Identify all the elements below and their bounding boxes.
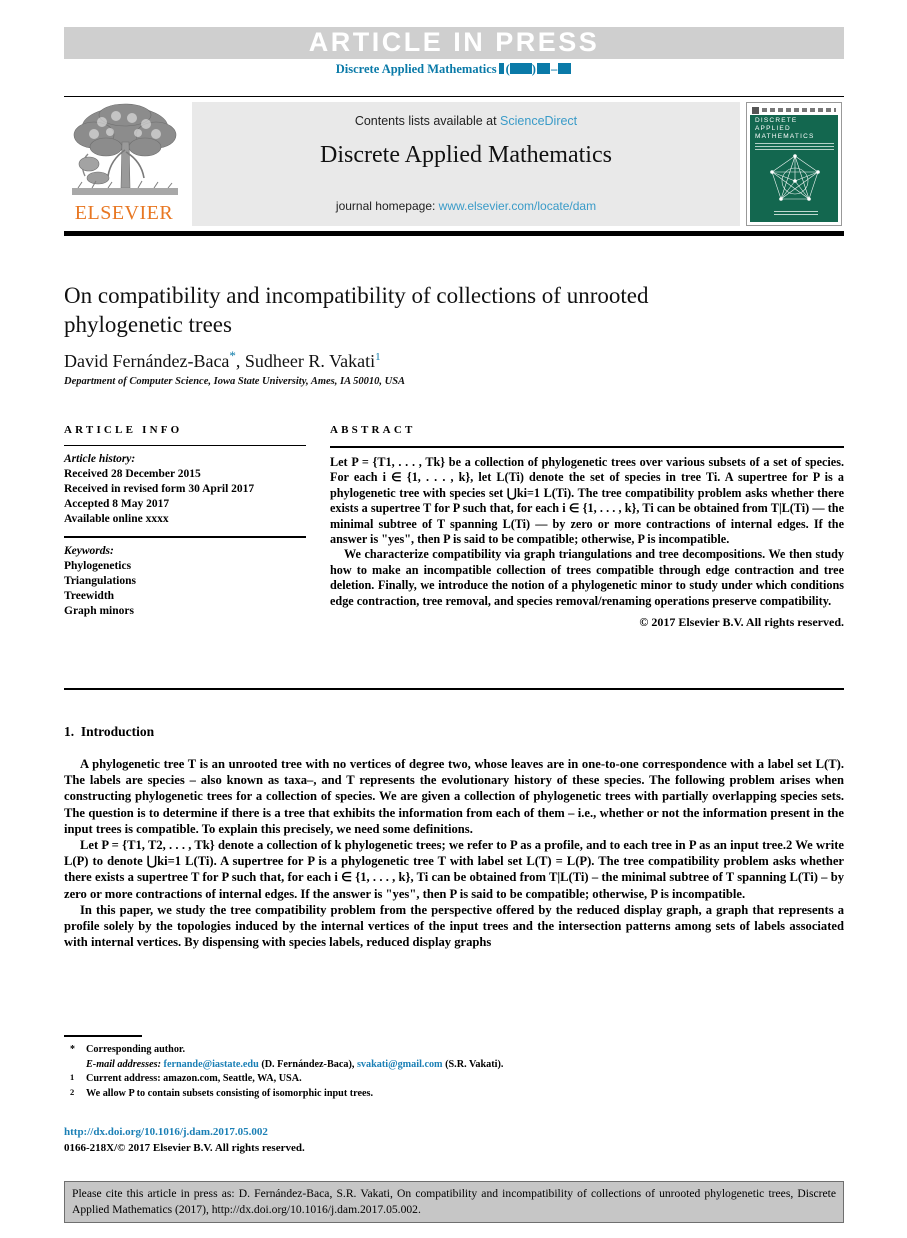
footnote-rule [64,1035,142,1037]
redacted-volume-block [498,63,504,74]
copyright-line: © 2017 Elsevier B.V. All rights reserved… [639,615,844,630]
article-history-item: Accepted 8 May 2017 [64,498,170,510]
body-paragraph: In this paper, we study the tree compati… [64,902,844,950]
journal-cover-title: DISCRETE APPLIED MATHEMATICS [755,117,834,141]
journal-homepage-link[interactable]: www.elsevier.com/locate/dam [439,199,596,213]
abstract-paragraph: Let P = {T1, . . . , Tk} be a collection… [330,455,844,547]
abstract-column: ABSTRACT Let P = {T1, . . . , Tk} be a c… [330,424,844,630]
journal-cover-title-line2: APPLIED [755,125,791,132]
section-heading-introduction: 1. Introduction [64,724,154,740]
article-history-label: Article history: [64,453,136,465]
cover-header-text-lines [762,108,836,112]
journal-homepage-prefix: journal homepage: [335,199,439,213]
footnote-current-address-text: Current address: amazon.com, Seattle, WA… [86,1073,302,1084]
journal-cover-title-line3: MATHEMATICS [755,133,815,140]
footnote-marker-star: * [70,1044,75,1055]
email-owner-2: (S.R. Vakati). [445,1058,504,1070]
redacted-page-end-block [558,63,572,74]
elsevier-logo: ELSEVIER [64,102,186,226]
journal-cover-title-line1: DISCRETE [755,117,798,124]
article-info-heading: ARTICLE INFO [64,424,183,436]
keyword-item: Triangulations [64,575,136,587]
article-info-column: ARTICLE INFO Article history: Received 2… [64,424,306,619]
graph-network-icon [770,154,820,201]
footnote-corresponding-author: * Corresponding author. [64,1043,704,1058]
masthead: ELSEVIER Contents lists available at Sci… [64,100,844,228]
paper-page: ARTICLE IN PRESS Discrete Applied Mathem… [0,0,907,1238]
keyword-item: Phylogenetics [64,560,132,572]
keywords-label: Keywords: [64,545,114,557]
keyword-item: Graph minors [64,605,134,617]
masthead-center-panel: Contents lists available at ScienceDirec… [192,102,740,226]
email-link-2[interactable]: svakati@gmail.com [357,1059,443,1070]
journal-cover-art: DISCRETE APPLIED MATHEMATICS [750,106,838,222]
footnote-current-address: 1 Current address: amazon.com, Seattle, … [64,1072,704,1087]
journal-cover-subtitle-lines [755,143,834,150]
masthead-bottom-rule [64,231,844,236]
footnote-isomorphic-trees: 2 We allow P to contain subsets consisti… [64,1087,704,1102]
author-footnote-marker[interactable]: 1 [375,351,381,363]
page-title: On compatibility and incompatibility of … [64,283,649,337]
footnote-emails: E-mail addresses: fernande@iastate.edu (… [86,1058,504,1070]
journal-cover-thumbnail: DISCRETE APPLIED MATHEMATICS [746,102,842,226]
author-separator: , [235,351,245,371]
email-link-1[interactable]: fernande@iastate.edu [164,1059,259,1070]
journal-cover-footer-lines [774,211,818,216]
author-list: David Fernández-Baca*, Sudheer R. Vakati… [64,348,764,372]
body-paragraph: Let P = {T1, T2, . . . , Tk} denote a co… [64,838,844,901]
article-history-item: Received 28 December 2015 [64,468,201,480]
journal-reference-line: Discrete Applied Mathematics() – [64,62,844,77]
abstract-body: Let P = {T1, . . . , Tk} be a collection… [330,455,844,630]
cite-this-article-box: Please cite this article in press as: D.… [64,1181,844,1223]
sciencedirect-link[interactable]: ScienceDirect [500,114,577,128]
body-text: A phylogenetic tree T is an unrooted tre… [64,756,844,950]
journal-cover-topbar [750,106,838,115]
author-name-1: David Fernández-Baca [64,351,230,371]
body-top-rule [64,688,844,690]
email-addresses-label: E-mail addresses: [86,1058,161,1070]
footnote-block: * Corresponding author. E-mail addresses… [64,1043,704,1101]
article-info-rule [64,445,306,446]
redacted-page-start-block [536,63,550,74]
journal-reference-name: Discrete Applied Mathematics [335,62,497,76]
article-in-press-band: ARTICLE IN PRESS [64,27,844,59]
abstract-heading: ABSTRACT [330,424,416,436]
footnote-marker-2: 2 [70,1086,75,1097]
journal-homepage-line: journal homepage: www.elsevier.com/locat… [192,199,740,213]
elsevier-tree-icon [72,103,178,195]
article-history-item: Available online xxxx [64,513,169,525]
affiliation: Department of Computer Science, Iowa Sta… [64,376,406,387]
email-owner-1: (D. Fernández-Baca) [261,1058,352,1070]
keywords-rule [64,536,306,538]
redacted-year-block [509,63,532,74]
abstract-paragraph: We characterize compatibility via graph … [330,547,844,608]
keyword-item: Treewidth [64,590,115,602]
section-number: 1. [64,724,75,739]
cover-elsevier-mark-icon [752,107,759,114]
footnote-isomorphic-trees-text: We allow P to contain subsets consisting… [86,1087,374,1099]
contents-list-line: Contents lists available at ScienceDirec… [192,114,740,128]
footnote-marker-1: 1 [70,1072,75,1082]
journal-title: Discrete Applied Mathematics [320,142,612,168]
abstract-rule [330,446,844,448]
contents-list-prefix: Contents lists available at [354,114,501,128]
issn-copyright-line: 0166-218X/© 2017 Elsevier B.V. All right… [64,1142,305,1154]
footnote-corresponding-text: Corresponding author. [86,1044,186,1055]
section-title: Introduction [80,724,155,739]
body-paragraph: A phylogenetic tree T is an unrooted tre… [64,757,844,836]
article-in-press-label: ARTICLE IN PRESS [308,27,600,57]
masthead-top-rule [64,96,844,97]
elsevier-wordmark: ELSEVIER [74,202,174,224]
article-history-item: Received in revised form 30 April 2017 [64,483,255,495]
author-name-2: Sudheer R. Vakati [244,351,376,371]
doi-link[interactable]: http://dx.doi.org/10.1016/j.dam.2017.05.… [64,1126,268,1138]
